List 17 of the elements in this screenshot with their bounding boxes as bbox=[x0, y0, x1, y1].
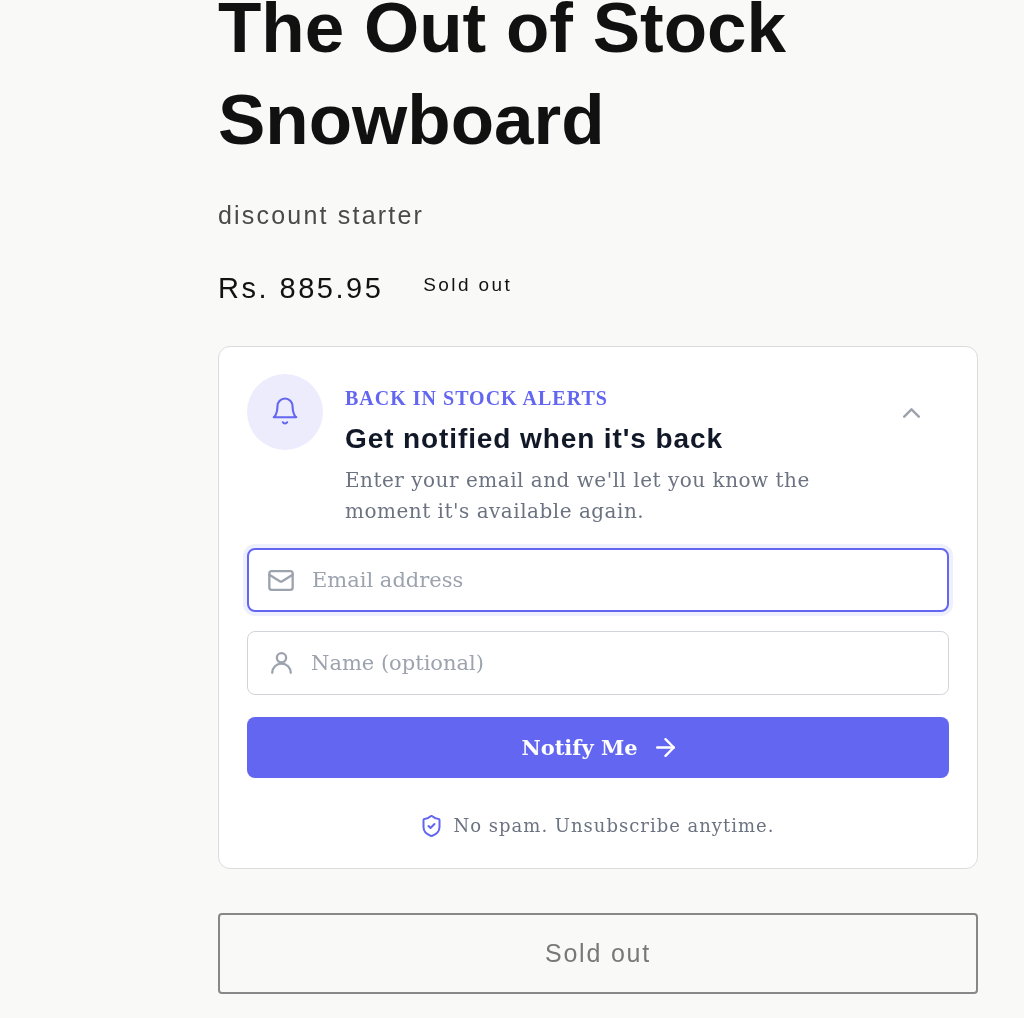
vendor-name: discount starter bbox=[218, 200, 426, 230]
alert-description: Enter your email and we'll let you know the moment it's available again. bbox=[345, 467, 811, 525]
user-icon bbox=[271, 652, 292, 674]
notify-button[interactable]: Notify Me bbox=[247, 717, 949, 778]
stock-status: Sold out bbox=[423, 274, 513, 296]
alert-heading: Get notified when it's back bbox=[345, 423, 724, 455]
chevron-up-icon[interactable] bbox=[903, 408, 920, 418]
arrow-right-icon bbox=[655, 738, 675, 757]
bell-icon bbox=[247, 374, 323, 450]
privacy-note: No spam. Unsubscribe anytime. bbox=[453, 814, 775, 838]
product-title: The Out of Stock Snowboard bbox=[218, 0, 787, 161]
email-field[interactable]: Email address bbox=[247, 548, 949, 612]
eyebrow-label: BACK IN STOCK ALERTS bbox=[345, 387, 609, 409]
name-field[interactable]: Name (optional) bbox=[247, 631, 949, 695]
mail-icon bbox=[268, 569, 294, 591]
product-price: Rs. 885.95 bbox=[218, 271, 384, 305]
shield-check-icon bbox=[421, 815, 441, 837]
